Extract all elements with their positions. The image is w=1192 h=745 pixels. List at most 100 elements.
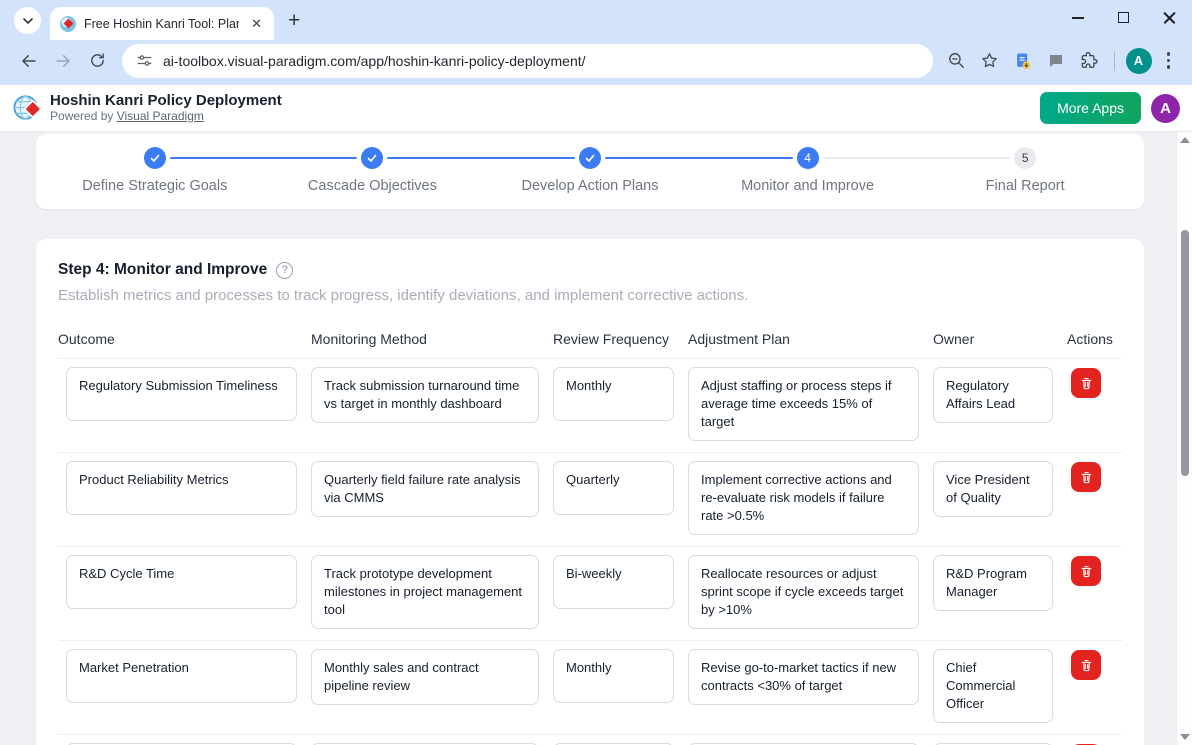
- new-tab-button[interactable]: +: [288, 10, 300, 31]
- column-header-actions: Actions: [1067, 331, 1124, 347]
- more-apps-button[interactable]: More Apps: [1040, 92, 1141, 124]
- refresh-button[interactable]: [82, 46, 112, 76]
- step-final-report[interactable]: 5 Final Report: [916, 147, 1134, 194]
- forward-arrow-icon: [54, 52, 72, 70]
- step-develop-action-plans[interactable]: Develop Action Plans: [481, 147, 699, 194]
- save-page-button[interactable]: [1009, 47, 1037, 75]
- feedback-button[interactable]: [1042, 47, 1070, 75]
- table-row: Regulatory Submission Timeliness Track s…: [58, 358, 1122, 452]
- zoom-out-icon: [947, 51, 966, 70]
- column-header-monitoring-method: Monitoring Method: [311, 331, 553, 347]
- step-label: Cascade Objectives: [308, 178, 437, 194]
- close-window-icon[interactable]: [1163, 11, 1176, 24]
- trash-icon: [1079, 376, 1094, 391]
- step-check-icon: [361, 147, 383, 169]
- owner-input[interactable]: Chief Commercial Officer: [933, 649, 1053, 723]
- step-label: Develop Action Plans: [521, 178, 658, 194]
- app-title-block: Hoshin Kanri Policy Deployment Powered b…: [50, 92, 282, 123]
- back-button[interactable]: [14, 46, 44, 76]
- owner-input[interactable]: Vice President of Quality: [933, 461, 1053, 517]
- outcome-input[interactable]: Product Reliability Metrics: [66, 461, 297, 515]
- step-number-badge: 5: [1014, 147, 1036, 169]
- monitoring-method-input[interactable]: Monthly sales and contract pipeline revi…: [311, 649, 539, 705]
- review-frequency-input[interactable]: Monthly: [553, 367, 674, 421]
- help-icon[interactable]: ?: [276, 262, 293, 279]
- step-check-icon: [144, 147, 166, 169]
- adjustment-plan-input[interactable]: Reallocate resources or adjust sprint sc…: [688, 555, 919, 629]
- column-header-review-frequency: Review Frequency: [553, 331, 688, 347]
- powered-by: Powered by Visual Paradigm: [50, 110, 282, 124]
- table-row: Supplier Compliance Quarterly audit scor…: [58, 734, 1122, 745]
- delete-row-button[interactable]: [1071, 556, 1101, 586]
- forward-button[interactable]: [48, 46, 78, 76]
- delete-row-button[interactable]: [1071, 650, 1101, 680]
- trash-icon: [1079, 658, 1094, 673]
- column-header-owner: Owner: [933, 331, 1067, 347]
- refresh-icon: [89, 52, 106, 69]
- review-frequency-input[interactable]: Quarterly: [553, 461, 674, 515]
- step4-title: Step 4: Monitor and Improve: [58, 261, 267, 279]
- delete-row-button[interactable]: [1071, 462, 1101, 492]
- outcome-input[interactable]: Market Penetration: [66, 649, 297, 703]
- browser-toolbar: ai-toolbox.visual-paradigm.com/app/hoshi…: [0, 40, 1192, 85]
- browser-tab[interactable]: Free Hoshin Kanri Tool: Plan & E ✕: [50, 7, 274, 40]
- step-monitor-and-improve[interactable]: 4 Monitor and Improve: [699, 147, 917, 194]
- toolbar-icons: A: [943, 46, 1181, 75]
- site-favicon-icon: [60, 16, 76, 32]
- user-avatar[interactable]: A: [1151, 94, 1180, 123]
- monitoring-method-input[interactable]: Track submission turnaround time vs targ…: [311, 367, 539, 423]
- chevron-down-icon: [22, 15, 34, 27]
- scroll-down-arrow-icon[interactable]: [1180, 734, 1190, 740]
- visual-paradigm-logo: [12, 93, 43, 124]
- browser-menu-button[interactable]: [1157, 46, 1181, 75]
- back-arrow-icon: [20, 52, 38, 70]
- review-frequency-input[interactable]: Bi-weekly: [553, 555, 674, 609]
- table-row: Market Penetration Monthly sales and con…: [58, 640, 1122, 734]
- url-text[interactable]: ai-toolbox.visual-paradigm.com/app/hoshi…: [163, 53, 586, 69]
- step-label: Define Strategic Goals: [82, 178, 227, 194]
- trash-icon: [1079, 564, 1094, 579]
- column-header-adjustment-plan: Adjustment Plan: [688, 331, 933, 347]
- scrollbar-thumb[interactable]: [1181, 230, 1189, 476]
- minimize-icon[interactable]: [1072, 17, 1084, 19]
- window-controls: [1072, 11, 1176, 24]
- puzzle-piece-icon: [1079, 51, 1098, 70]
- adjustment-plan-input[interactable]: Adjust staffing or process steps if aver…: [688, 367, 919, 441]
- scroll-up-arrow-icon[interactable]: [1180, 137, 1190, 143]
- table-row: Product Reliability Metrics Quarterly fi…: [58, 452, 1122, 546]
- zoom-out-button[interactable]: [943, 47, 971, 75]
- browser-profile-avatar[interactable]: A: [1126, 48, 1152, 74]
- tab-search-button[interactable]: [14, 7, 41, 34]
- monitoring-method-input[interactable]: Quarterly field failure rate analysis vi…: [311, 461, 539, 517]
- monitoring-method-input[interactable]: Track prototype development milestones i…: [311, 555, 539, 629]
- owner-input[interactable]: Regulatory Affairs Lead: [933, 367, 1053, 423]
- owner-input[interactable]: R&D Program Manager: [933, 555, 1053, 611]
- maximize-icon[interactable]: [1118, 12, 1129, 23]
- visual-paradigm-link[interactable]: Visual Paradigm: [117, 109, 204, 123]
- outcome-input[interactable]: Regulatory Submission Timeliness: [66, 367, 297, 421]
- delete-row-button[interactable]: [1071, 368, 1101, 398]
- extensions-button[interactable]: [1075, 47, 1103, 75]
- review-frequency-input[interactable]: Monthly: [553, 649, 674, 703]
- document-download-icon: [1013, 51, 1033, 71]
- adjustment-plan-input[interactable]: Revise go-to-market tactics if new contr…: [688, 649, 919, 705]
- step-check-icon: [579, 147, 601, 169]
- step4-card: Step 4: Monitor and Improve ? Establish …: [36, 239, 1144, 745]
- step-number-badge: 4: [797, 147, 819, 169]
- step-cascade-objectives[interactable]: Cascade Objectives: [264, 147, 482, 194]
- chat-bubble-icon: [1047, 52, 1065, 70]
- toolbar-divider: [1114, 51, 1115, 71]
- tab-title: Free Hoshin Kanri Tool: Plan & E: [84, 17, 239, 31]
- stepper-card: Define Strategic Goals Cascade Objective…: [36, 134, 1144, 209]
- bookmark-button[interactable]: [976, 47, 1004, 75]
- site-settings-icon[interactable]: [136, 52, 153, 69]
- outcome-input[interactable]: R&D Cycle Time: [66, 555, 297, 609]
- page-scrollbar[interactable]: [1176, 132, 1192, 745]
- address-bar[interactable]: ai-toolbox.visual-paradigm.com/app/hoshi…: [122, 44, 933, 78]
- adjustment-plan-input[interactable]: Implement corrective actions and re-eval…: [688, 461, 919, 535]
- table-row: R&D Cycle Time Track prototype developme…: [58, 546, 1122, 640]
- step4-subtitle: Establish metrics and processes to track…: [58, 287, 1122, 304]
- step-define-strategic-goals[interactable]: Define Strategic Goals: [46, 147, 264, 194]
- tab-close-icon[interactable]: ✕: [247, 14, 266, 34]
- app-header: Hoshin Kanri Policy Deployment Powered b…: [0, 85, 1192, 132]
